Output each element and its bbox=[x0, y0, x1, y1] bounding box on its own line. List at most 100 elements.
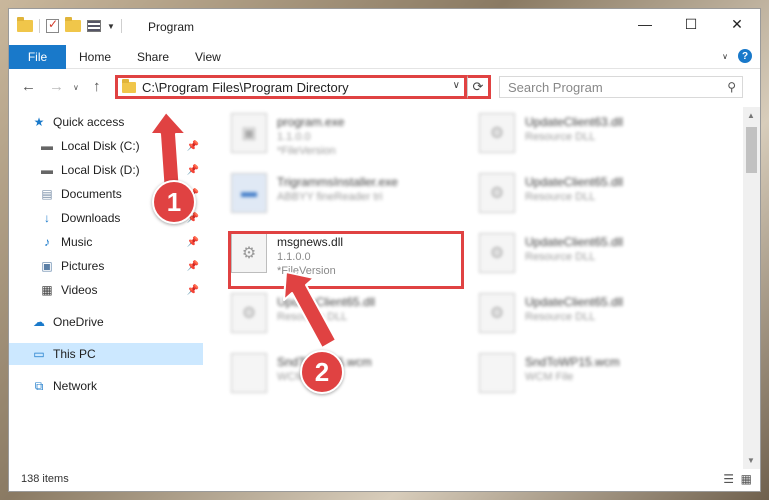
navigation-pane: ★ Quick access ▬ Local Disk (C:) 📌 ▬ Loc… bbox=[9, 109, 209, 469]
minimize-button[interactable]: — bbox=[622, 9, 668, 39]
list-item[interactable]: SndToWP16.wcm WCM File bbox=[231, 353, 461, 409]
maximize-button[interactable]: ☐ bbox=[668, 9, 714, 39]
quick-access-toolbar: ▼ bbox=[17, 17, 122, 33]
highlight-box bbox=[228, 231, 464, 289]
properties-icon[interactable] bbox=[87, 20, 101, 32]
explorer-window: ▼ Program — ☐ ✕ File Home Share View ∨ ?… bbox=[8, 8, 761, 492]
scroll-up-icon[interactable]: ▲ bbox=[747, 111, 755, 120]
sidebar-item-label: Music bbox=[61, 235, 93, 249]
list-item[interactable]: ⚙ UpdateClient65.dll Resource DLL bbox=[231, 293, 461, 349]
sidebar-item-label: Documents bbox=[61, 187, 122, 201]
recent-locations-chevron-icon[interactable]: ∨ bbox=[73, 83, 79, 92]
ribbon-tabs: File Home Share View ∨ ? bbox=[9, 45, 760, 69]
tab-share[interactable]: Share bbox=[137, 50, 169, 64]
item-count: 138 items bbox=[21, 473, 69, 485]
tab-view[interactable]: View bbox=[195, 50, 221, 64]
list-item[interactable]: SndToWP15.wcm WCM File bbox=[479, 353, 709, 409]
tab-home[interactable]: Home bbox=[79, 50, 111, 64]
pin-icon[interactable]: 📌 bbox=[187, 285, 199, 296]
file-detail: Resource DLL bbox=[277, 311, 348, 323]
details-view-icon[interactable]: ☰ bbox=[723, 472, 734, 486]
sidebar-item-label: This PC bbox=[53, 347, 96, 361]
list-item[interactable]: ⚙ UpdateClient65.dll Resource DLL bbox=[479, 293, 709, 349]
file-detail: Resource DLL bbox=[525, 311, 596, 323]
search-icon[interactable]: ⚲ bbox=[727, 80, 736, 94]
sidebar-item-label: Quick access bbox=[53, 115, 125, 129]
generic-file-icon bbox=[231, 353, 267, 393]
file-detail: Resource DLL bbox=[525, 191, 596, 203]
network-icon: ⧉ bbox=[34, 378, 44, 393]
search-placeholder: Search Program bbox=[508, 79, 603, 95]
new-folder-icon[interactable] bbox=[65, 17, 81, 32]
sidebar-item-label: Videos bbox=[61, 283, 98, 297]
pin-icon[interactable]: 📌 bbox=[187, 261, 199, 272]
vertical-scrollbar[interactable]: ▲ ▼ bbox=[743, 107, 760, 469]
up-arrow-icon[interactable]: ↑ bbox=[93, 78, 101, 95]
list-item[interactable]: ⚙ UpdateClient63.dll Resource DLL bbox=[479, 113, 709, 169]
scroll-down-icon[interactable]: ▼ bbox=[747, 456, 755, 465]
list-item[interactable]: ▬ TrigrammsInstaller.exe ABBYY fineReade… bbox=[231, 173, 461, 229]
pin-icon[interactable]: 📌 bbox=[187, 165, 199, 176]
expand-ribbon-chevron-icon[interactable]: ∨ bbox=[722, 52, 728, 61]
dll-gear-icon: ⚙ bbox=[479, 113, 515, 153]
close-button[interactable]: ✕ bbox=[714, 9, 760, 39]
drive-icon: ▬ bbox=[41, 163, 53, 177]
toolbar-divider bbox=[39, 19, 40, 33]
status-bar: 138 items ☰ ▦ bbox=[9, 467, 760, 491]
search-input[interactable]: Search Program ⚲ bbox=[499, 76, 743, 98]
sidebar-item-label: Pictures bbox=[61, 259, 105, 273]
file-name: UpdateClient65.dll bbox=[525, 175, 624, 189]
dll-gear-icon: ⚙ bbox=[479, 293, 515, 333]
navigation-bar: ← → ∨ ↑ C:\Program Files\Program Directo… bbox=[9, 70, 760, 104]
forward-arrow-icon[interactable]: → bbox=[49, 78, 64, 95]
sidebar-item-local-disk-c[interactable]: ▬ Local Disk (C:) 📌 bbox=[39, 135, 203, 157]
sidebar-item-local-disk-d[interactable]: ▬ Local Disk (D:) 📌 bbox=[39, 159, 203, 181]
file-detail: 1.1.0.0 bbox=[277, 131, 311, 143]
file-detail: WCM File bbox=[525, 371, 574, 383]
file-name: UpdateClient63.dll bbox=[525, 115, 624, 129]
back-arrow-icon[interactable]: ← bbox=[21, 78, 36, 95]
sidebar-item-label: Downloads bbox=[61, 211, 121, 225]
videos-icon: ▦ bbox=[41, 283, 53, 297]
customize-toolbar-chevron-icon[interactable]: ▼ bbox=[107, 22, 115, 31]
list-item[interactable]: ⚙ UpdateClient65.dll Resource DLL bbox=[479, 233, 709, 289]
file-detail: Resource DLL bbox=[525, 131, 596, 143]
file-detail: ABBYY fineReader tri bbox=[277, 191, 383, 203]
sidebar-item-this-pc[interactable]: ▭ This PC bbox=[9, 343, 203, 365]
refresh-button[interactable]: ⟳ bbox=[467, 75, 491, 99]
window-controls: — ☐ ✕ bbox=[622, 9, 760, 39]
sidebar-item-label: Local Disk (C:) bbox=[61, 139, 140, 153]
list-item[interactable]: ▣ program.exe 1.1.0.0 *FileVersion bbox=[231, 113, 461, 169]
help-icon[interactable]: ? bbox=[738, 49, 752, 63]
file-name: TrigrammsInstaller.exe bbox=[277, 175, 398, 189]
pin-icon[interactable]: 📌 bbox=[187, 141, 199, 152]
file-name: SndToWP15.wcm bbox=[525, 355, 620, 369]
download-icon: ↓ bbox=[44, 211, 50, 225]
file-name: UpdateClient65.dll bbox=[277, 295, 376, 309]
title-bar: ▼ Program — ☐ ✕ bbox=[9, 9, 760, 45]
file-detail: *FileVersion bbox=[277, 145, 336, 157]
sidebar-item-videos[interactable]: ▦ Videos 📌 bbox=[39, 279, 203, 301]
sidebar-item-network[interactable]: ⧉ Network bbox=[31, 375, 225, 397]
pin-icon[interactable]: 📌 bbox=[187, 237, 199, 248]
file-name: UpdateClient65.dll bbox=[525, 235, 624, 249]
scroll-thumb[interactable] bbox=[746, 127, 757, 173]
properties-check-icon[interactable] bbox=[46, 17, 59, 33]
address-dropdown-chevron-icon[interactable]: ∨ bbox=[453, 80, 460, 91]
sidebar-item-quick-access[interactable]: ★ Quick access bbox=[31, 111, 225, 133]
address-bar[interactable]: C:\Program Files\Program Directory ∨ bbox=[115, 75, 467, 99]
sidebar-item-onedrive[interactable]: ☁ OneDrive bbox=[31, 311, 225, 333]
folder-icon[interactable] bbox=[17, 17, 33, 32]
list-item[interactable]: ⚙ UpdateClient65.dll Resource DLL bbox=[479, 173, 709, 229]
large-icons-view-icon[interactable]: ▦ bbox=[741, 472, 752, 486]
pictures-icon: ▣ bbox=[41, 259, 53, 273]
sidebar-item-label: Local Disk (D:) bbox=[61, 163, 140, 177]
address-path[interactable]: C:\Program Files\Program Directory bbox=[142, 80, 349, 95]
step-badge-1: 1 bbox=[152, 180, 196, 224]
sidebar-item-label: OneDrive bbox=[53, 315, 104, 329]
sidebar-item-pictures[interactable]: ▣ Pictures 📌 bbox=[39, 255, 203, 277]
music-icon: ♪ bbox=[44, 235, 50, 249]
dll-gear-icon: ⚙ bbox=[479, 173, 515, 213]
sidebar-item-music[interactable]: ♪ Music 📌 bbox=[39, 231, 203, 253]
tab-file[interactable]: File bbox=[9, 45, 66, 69]
